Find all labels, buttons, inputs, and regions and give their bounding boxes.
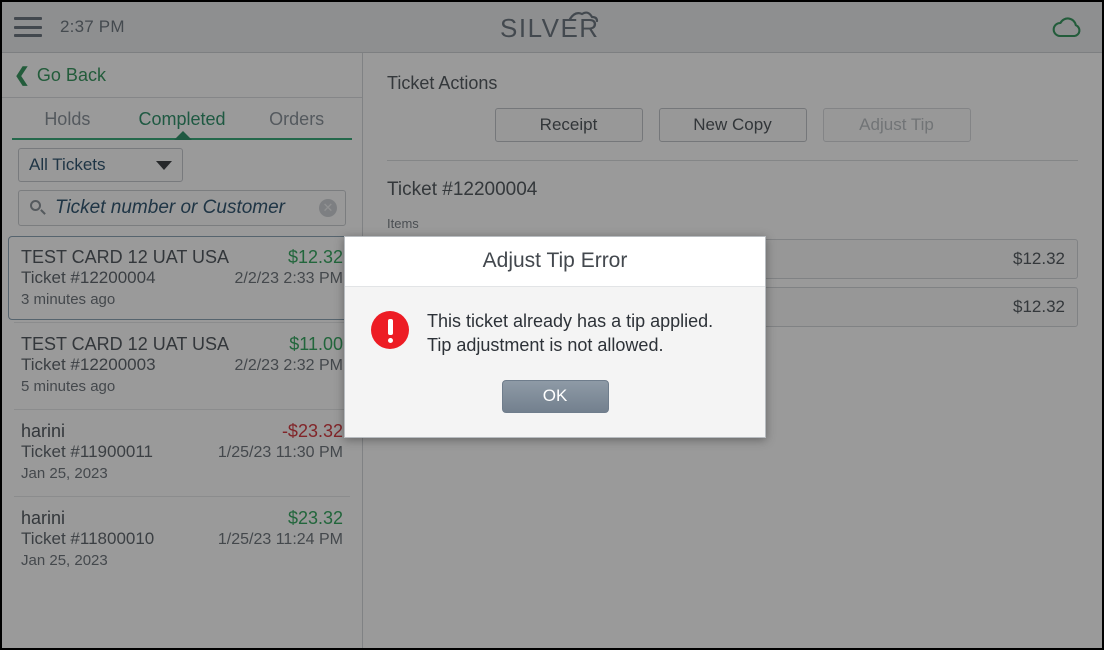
app-window: 2:37 PM SILVER ❮ Go Back Holds Completed… bbox=[0, 0, 1104, 650]
dialog-footer: OK bbox=[345, 358, 765, 437]
dialog-title: Adjust Tip Error bbox=[345, 237, 765, 287]
ok-button[interactable]: OK bbox=[501, 379, 609, 413]
dialog-body: This ticket already has a tip applied. T… bbox=[345, 287, 765, 358]
error-icon bbox=[371, 311, 409, 349]
dialog-message: This ticket already has a tip applied. T… bbox=[427, 311, 714, 356]
adjust-tip-error-dialog: Adjust Tip Error This ticket already has… bbox=[344, 236, 766, 438]
